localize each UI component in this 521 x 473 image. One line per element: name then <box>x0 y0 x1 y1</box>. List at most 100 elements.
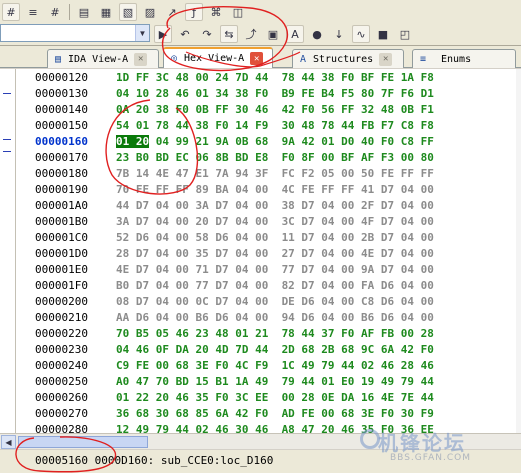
hex-row[interactable]: 000001D0 28 D7 04 00 35 D7 04 00 27 D7 04… <box>16 246 521 262</box>
close-icon[interactable]: ✕ <box>250 52 264 65</box>
hex-row[interactable]: 00000130 04 10 28 46 01 34 38 F0 B9 FE B4… <box>16 86 521 102</box>
hex-row[interactable]: 00000270 36 68 30 68 85 6A 42 F0 AD FE 00… <box>16 406 521 422</box>
hex-bytes[interactable]: 44 D7 04 00 3A D7 04 00 38 D7 04 00 2F D… <box>116 198 434 214</box>
hex-row[interactable]: 00000250 A0 47 70 BD 15 B1 1A 49 79 44 01… <box>16 374 521 390</box>
toolbar-separator <box>69 4 70 20</box>
address-combo[interactable]: ▼ <box>0 24 150 42</box>
hex-bytes[interactable]: C9 FE 00 68 3E F0 4C F9 1C 49 79 44 02 4… <box>116 358 434 374</box>
step-icon[interactable]: ↓ <box>330 25 348 43</box>
horizontal-scrollbar[interactable]: ◀ <box>0 433 521 449</box>
graph-icon[interactable]: ▣ <box>264 25 282 43</box>
hex-bytes[interactable]: 54 01 78 44 38 F0 14 F9 30 48 78 44 FB F… <box>116 118 434 134</box>
navigation-strip[interactable] <box>0 69 16 433</box>
tab-label: IDA View-A <box>68 53 129 65</box>
hex-address: 00000240 <box>35 359 88 372</box>
hex-row[interactable]: 00000150 54 01 78 44 38 F0 14 F9 30 48 78… <box>16 118 521 134</box>
hex-row[interactable]: 000001C0 52 D6 04 00 58 D6 04 00 11 D7 04… <box>16 230 521 246</box>
hex-address: 00000270 <box>35 407 88 420</box>
hex-row[interactable]: 00000220 70 B5 05 46 23 48 01 21 78 44 37… <box>16 326 521 342</box>
hex-row[interactable]: 00000280 12 49 79 44 02 46 30 46 A8 47 20… <box>16 422 521 433</box>
hex-row[interactable]: 00000160 01 20 04 99 21 9A 0B 68 9A 42 01… <box>16 134 521 150</box>
hex-row[interactable]: 00000180 7B 14 4E 47 E1 7A 94 3F FC F2 05… <box>16 166 521 182</box>
function-hash-icon[interactable]: # <box>46 3 64 21</box>
jump-icon[interactable]: ⤴ <box>242 25 260 43</box>
function-icon[interactable]: ƒ <box>185 3 203 21</box>
hex-row[interactable]: 00000200 08 D7 04 00 0C D7 04 00 DE D6 04… <box>16 294 521 310</box>
hex-address: 00000200 <box>35 295 88 308</box>
hex-view[interactable]: 00000120 1D FF 3C 48 00 24 7D 44 78 44 38… <box>16 69 521 433</box>
data-icon[interactable]: ◫ <box>229 3 247 21</box>
hex-bytes[interactable]: 12 49 79 44 02 46 30 46 A8 47 20 46 35 F… <box>116 422 434 433</box>
jump-xref-icon[interactable]: ⇆ <box>220 25 238 43</box>
hex-bytes[interactable]: 36 68 30 68 85 6A 42 F0 AD FE 00 68 3E F… <box>116 406 434 422</box>
trace-icon[interactable]: ∿ <box>352 25 370 43</box>
hex-address: 00000280 <box>35 423 88 433</box>
hex-address: 00000210 <box>35 311 88 324</box>
enum-icon[interactable]: ▧ <box>119 3 137 21</box>
names-icon[interactable]: A <box>286 25 304 43</box>
hex-bytes[interactable]: B0 D7 04 00 77 D7 04 00 82 D7 04 00 FA D… <box>116 278 434 294</box>
hex-row[interactable]: 00000210 AA D6 04 00 B6 D6 04 00 94 D6 04… <box>16 310 521 326</box>
hex-bytes[interactable]: 3A D7 04 00 20 D7 04 00 3C D7 04 00 4F D… <box>116 214 434 230</box>
segment-icon[interactable]: ▤ <box>75 3 93 21</box>
hex-address: 00000220 <box>35 327 88 340</box>
breakpoint-icon[interactable]: ● <box>308 25 326 43</box>
hex-row[interactable]: 00000230 04 46 0F DA 20 4D 7D 44 2D 68 2B… <box>16 342 521 358</box>
status-bar: 00005160 0000D160: sub_CCE0:loc_D160 <box>0 449 521 473</box>
import-icon[interactable]: ▨ <box>141 3 159 21</box>
tab-label: Enums <box>441 53 472 65</box>
list-icon[interactable]: ≡ <box>24 3 42 21</box>
hex-bytes[interactable]: 7B 14 4E 47 E1 7A 94 3F FC F2 05 00 50 F… <box>116 166 434 182</box>
scroll-left-icon[interactable]: ◀ <box>1 435 16 449</box>
hex-row[interactable]: 000001F0 B0 D7 04 00 77 D7 04 00 82 D7 04… <box>16 278 521 294</box>
tab-enums[interactable]: ≡ Enums <box>412 49 516 68</box>
hex-bytes[interactable]: 01 20 04 99 21 9A 0B 68 9A 42 01 D0 40 F… <box>116 134 434 150</box>
hex-cursor-selection[interactable]: 01 20 <box>116 135 150 148</box>
hex-address: 00000260 <box>35 391 88 404</box>
hex-bytes[interactable]: 23 B0 BD EC 06 8B BD E8 F0 8F 00 BF AF F… <box>116 150 434 166</box>
hex-row[interactable]: 00000240 C9 FE 00 68 3E F0 4C F9 1C 49 79… <box>16 358 521 374</box>
hex-bytes[interactable]: 52 D6 04 00 58 D6 04 00 11 D7 04 00 2B D… <box>116 230 434 246</box>
hex-bytes[interactable]: 4E D7 04 00 71 D7 04 00 77 D7 04 00 9A D… <box>116 262 434 278</box>
hex-bytes[interactable]: 70 B5 05 46 23 48 01 21 78 44 37 F0 AF F… <box>116 326 434 342</box>
hex-row[interactable]: 000001A0 44 D7 04 00 3A D7 04 00 38 D7 04… <box>16 198 521 214</box>
run-icon[interactable]: ▶ <box>154 25 172 43</box>
hex-bytes[interactable]: 0A 20 38 F0 0B FF 30 46 42 F0 56 FF 32 4… <box>116 102 434 118</box>
cursor-icon[interactable]: ◰ <box>396 25 414 43</box>
hex-bytes[interactable]: 04 10 28 46 01 34 38 F0 B9 FE B4 F5 80 7… <box>116 86 434 102</box>
struct-icon[interactable]: ▦ <box>97 3 115 21</box>
nav-marker <box>3 139 11 140</box>
hex-grid-icon[interactable]: # <box>2 3 20 21</box>
hex-address: 00000190 <box>35 183 88 196</box>
vertical-scrollbar[interactable] <box>516 69 521 433</box>
hex-row[interactable]: 00000120 1D FF 3C 48 00 24 7D 44 78 44 38… <box>16 70 521 86</box>
jump-forward-icon[interactable]: ↷ <box>198 25 216 43</box>
hex-bytes[interactable]: 1D FF 3C 48 00 24 7D 44 78 44 38 F0 BF F… <box>116 70 434 86</box>
hex-bytes[interactable]: 28 D7 04 00 35 D7 04 00 27 D7 04 00 4E D… <box>116 246 434 262</box>
hex-bytes[interactable]: 04 46 0F DA 20 4D 7D 44 2D 68 2B 68 9C 6… <box>116 342 434 358</box>
hex-bytes[interactable]: 70 FE FF FF 89 BA 04 00 4C FE FF FF 41 D… <box>116 182 434 198</box>
ida-view-icon: ▤ <box>54 53 62 65</box>
hex-bytes[interactable]: 08 D7 04 00 0C D7 04 00 DE D6 04 00 C8 D… <box>116 294 434 310</box>
chevron-down-icon[interactable]: ▼ <box>135 25 149 41</box>
code-icon[interactable]: ⌘ <box>207 3 225 21</box>
hex-row[interactable]: 000001B0 3A D7 04 00 20 D7 04 00 3C D7 04… <box>16 214 521 230</box>
hex-row[interactable]: 00000190 70 FE FF FF 89 BA 04 00 4C FE FF… <box>16 182 521 198</box>
export-icon[interactable]: ↗ <box>163 3 181 21</box>
hex-bytes[interactable]: AA D6 04 00 B6 D6 04 00 94 D6 04 00 B6 D… <box>116 310 434 326</box>
hex-row[interactable]: 000001E0 4E D7 04 00 71 D7 04 00 77 D7 04… <box>16 262 521 278</box>
hex-bytes[interactable]: 01 22 20 46 35 F0 3C EE 00 28 0E DA 16 4… <box>116 390 434 406</box>
scroll-thumb[interactable] <box>18 436 148 448</box>
hex-row[interactable]: 00000260 01 22 20 46 35 F0 3C EE 00 28 0E… <box>16 390 521 406</box>
tab-ida-view-a[interactable]: ▤ IDA View-A ✕ <box>47 49 159 68</box>
hex-row[interactable]: 00000140 0A 20 38 F0 0B FF 30 46 42 F0 56… <box>16 102 521 118</box>
tab-hex-view-a[interactable]: ◎ Hex View-A ✕ <box>163 47 273 68</box>
hex-bytes[interactable]: A0 47 70 BD 15 B1 1A 49 79 44 01 E0 19 4… <box>116 374 434 390</box>
close-icon[interactable]: ✕ <box>379 52 393 66</box>
tab-structures[interactable]: A Structures ✕ <box>292 49 404 68</box>
jump-back-icon[interactable]: ↶ <box>176 25 194 43</box>
view-tabs: ▤ IDA View-A ✕ ◎ Hex View-A ✕ A Structur… <box>0 46 521 68</box>
close-icon[interactable]: ✕ <box>134 52 148 66</box>
stop-icon[interactable]: ■ <box>374 25 392 43</box>
hex-row[interactable]: 00000170 23 B0 BD EC 06 8B BD E8 F0 8F 00… <box>16 150 521 166</box>
